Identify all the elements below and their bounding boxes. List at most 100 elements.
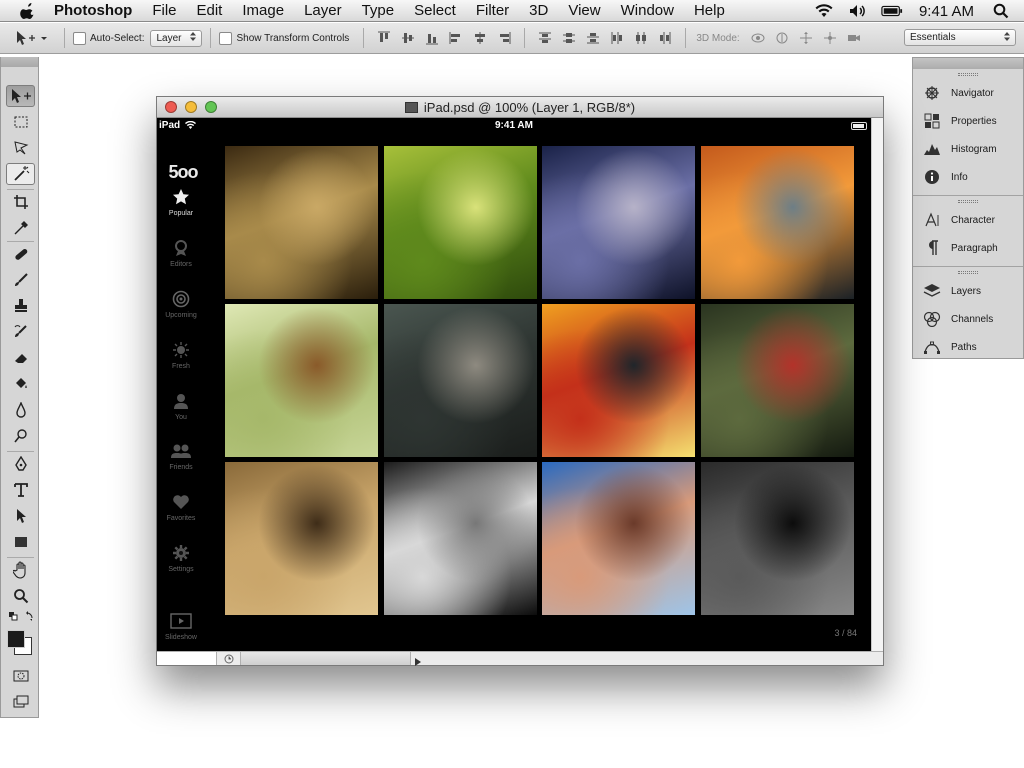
auto-select-checkbox[interactable] [73,31,86,45]
panel-layers[interactable]: Layers [913,277,1023,305]
city-street-rain-photo[interactable] [225,462,378,615]
status-menu-arrow-icon[interactable] [413,654,423,666]
menu-type[interactable]: Type [352,0,405,22]
menu-clock[interactable]: 9:41 AM [909,3,984,20]
path-selection-tool-icon[interactable] [6,505,35,527]
panel-character[interactable]: Character [913,206,1023,234]
panel-properties[interactable]: Properties [913,107,1023,135]
nav-item-slideshow[interactable]: Slideshow [157,610,205,651]
wifi-icon[interactable] [813,3,835,19]
crop-tool-icon[interactable] [6,191,35,213]
distribute-top-icon[interactable] [537,30,553,46]
panel-navigator[interactable]: Navigator [913,79,1023,107]
screen-mode-icon[interactable] [6,691,35,713]
distribute-vcenter-icon[interactable] [561,30,577,46]
workspace-switcher[interactable]: Essentials [904,29,1016,46]
panel-dock-header[interactable] [913,58,1023,69]
menu-layer[interactable]: Layer [294,0,352,22]
panel-group-grip[interactable] [913,267,1023,277]
horizontal-scrollbar[interactable] [241,652,411,665]
nav-item-settings[interactable]: Settings [157,542,205,592]
volume-icon[interactable] [847,3,869,19]
zoom-tool-icon[interactable] [6,585,35,607]
dragonfly-photo[interactable] [384,146,537,299]
move-tool-preset-picker[interactable] [14,27,56,49]
lasso-tool-icon[interactable] [6,137,35,159]
nav-item-fresh[interactable]: Fresh [157,339,205,389]
menu-file[interactable]: File [142,0,186,22]
nav-item-favorites[interactable]: Favorites [157,491,205,541]
align-left-icon[interactable] [448,30,464,46]
apple-menu-icon[interactable] [18,2,36,20]
owl-photo[interactable] [542,146,695,299]
3d-rotate-icon[interactable] [750,30,766,46]
paint-bucket-tool-icon[interactable] [6,373,35,395]
menu-select[interactable]: Select [404,0,466,22]
panel-histogram[interactable]: Histogram [913,135,1023,163]
menu-help[interactable]: Help [684,0,735,22]
battery-icon[interactable] [881,3,903,19]
forest-sunbeams-photo[interactable] [225,146,378,299]
nav-item-friends[interactable]: Friends [157,440,205,490]
foreground-color-swatch[interactable] [7,630,25,648]
eraser-tool-icon[interactable] [6,347,35,369]
nav-item-you[interactable]: You [157,390,205,440]
align-top-icon[interactable] [376,30,392,46]
nav-item-editors[interactable]: Editors [157,237,205,287]
auto-select-dropdown[interactable]: Layer [150,29,203,47]
show-transform-checkbox[interactable] [219,31,233,45]
align-right-icon[interactable] [496,30,512,46]
tools-panel-header[interactable] [1,57,38,67]
woman-blue-butterflies-photo[interactable] [542,462,695,615]
eyedropper-tool-icon[interactable] [6,217,35,239]
ants-macro-photo[interactable] [701,304,854,457]
magic-wand-tool-icon[interactable] [6,163,35,185]
rectangle-tool-icon[interactable] [6,531,35,553]
panel-group-grip[interactable] [913,196,1023,206]
woman-red-dress-photo[interactable] [384,304,537,457]
menu-filter[interactable]: Filter [466,0,519,22]
zoom-level-field[interactable] [157,652,217,665]
flying-owl-photo[interactable] [225,304,378,457]
spotlight-search-icon[interactable] [990,3,1012,19]
canvas[interactable]: iPad 9:41 AM 5oo Popular Editors Upcoming F… [157,118,871,651]
panel-paths[interactable]: Paths [913,333,1023,361]
nav-item-upcoming[interactable]: Upcoming [157,288,205,338]
history-brush-tool-icon[interactable] [6,321,35,343]
menu-app-name[interactable]: Photoshop [50,0,142,22]
hand-tool-icon[interactable] [6,559,35,581]
blur-tool-icon[interactable] [6,399,35,421]
color-swatches[interactable] [6,627,35,661]
marquee-tool-icon[interactable] [6,111,35,133]
clone-stamp-tool-icon[interactable] [6,295,35,317]
panel-channels[interactable]: Channels [913,305,1023,333]
3d-drag-icon[interactable] [798,30,814,46]
panel-group-grip[interactable] [913,69,1023,79]
quick-mask-icon[interactable] [6,665,35,687]
menu-edit[interactable]: Edit [187,0,233,22]
status-info-icon[interactable] [217,652,241,665]
vertical-scrollbar[interactable] [871,118,883,651]
3d-slide-icon[interactable] [822,30,838,46]
distribute-left-icon[interactable] [609,30,625,46]
default-colors-swap-icon[interactable] [6,609,35,625]
menu-3d[interactable]: 3D [519,0,558,22]
woman-portrait-bw-photo[interactable] [384,462,537,615]
align-bottom-icon[interactable] [424,30,440,46]
lake-reflection-photo[interactable] [701,146,854,299]
align-hcenter-icon[interactable] [472,30,488,46]
align-vcenter-icon[interactable] [400,30,416,46]
brush-tool-icon[interactable] [6,269,35,291]
gorilla-bw-photo[interactable] [701,462,854,615]
3d-camera-icon[interactable] [846,30,862,46]
menu-window[interactable]: Window [611,0,684,22]
dodge-tool-icon[interactable] [6,425,35,447]
type-tool-icon[interactable] [6,479,35,501]
panel-info[interactable]: Info [913,163,1023,191]
distribute-right-icon[interactable] [657,30,673,46]
rain-window-sunset-photo[interactable] [542,304,695,457]
document-title-bar[interactable]: iPad.psd @ 100% (Layer 1, RGB/8*) [157,97,883,118]
menu-image[interactable]: Image [232,0,294,22]
healing-brush-tool-icon[interactable] [6,243,35,265]
menu-view[interactable]: View [558,0,610,22]
